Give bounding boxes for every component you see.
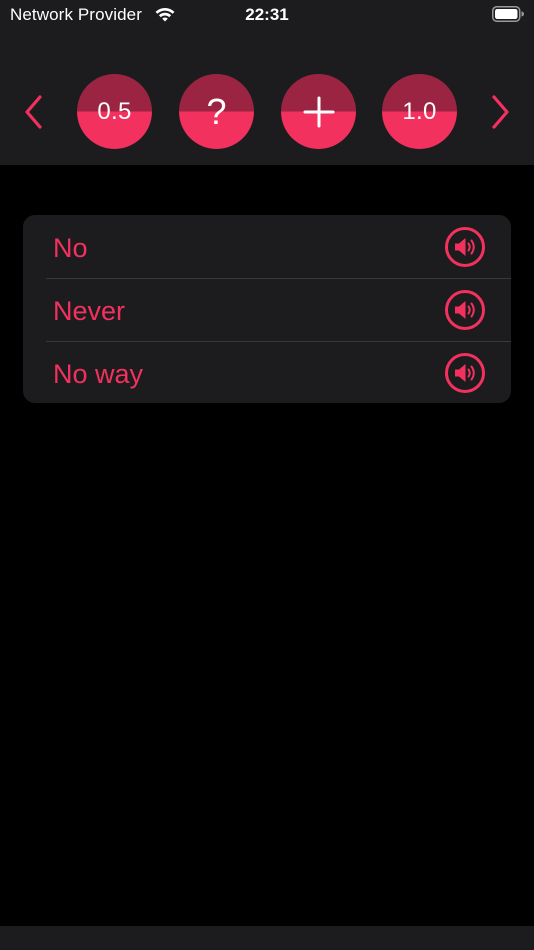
status-bar: Network Provider 22:31 xyxy=(0,0,534,30)
phrase-row-no-way[interactable]: No way xyxy=(23,341,511,403)
speed-half-label: 0.5 xyxy=(97,97,132,125)
phrase-text: No xyxy=(53,233,88,263)
phrase-row-never[interactable]: Never xyxy=(23,278,511,341)
plus-icon xyxy=(303,96,334,127)
speed-normal-button[interactable]: 1.0 xyxy=(382,74,457,149)
chevron-right-icon[interactable] xyxy=(488,93,512,131)
speaker-icon[interactable] xyxy=(444,352,486,394)
question-icon: ? xyxy=(206,90,227,132)
phrase-row-no[interactable]: No xyxy=(23,215,511,278)
phrase-text: No way xyxy=(53,359,144,389)
bottom-bar xyxy=(0,926,534,950)
add-phrase-button[interactable] xyxy=(281,74,356,149)
phrase-list: No Never No way xyxy=(23,215,511,403)
phrase-text: Never xyxy=(53,296,126,326)
chevron-left-icon[interactable] xyxy=(22,93,46,131)
speaker-icon[interactable] xyxy=(444,289,486,331)
battery-full-icon xyxy=(492,6,524,22)
clock: 22:31 xyxy=(245,5,289,24)
speed-normal-label: 1.0 xyxy=(402,97,437,125)
playback-toolbar: 0.5 ? 1.0 xyxy=(0,74,534,150)
top-bar: Network Provider 22:31 0.5 ? 1.0 xyxy=(0,0,534,165)
speed-half-button[interactable]: 0.5 xyxy=(77,74,152,149)
speaker-icon[interactable] xyxy=(444,226,486,268)
help-button[interactable]: ? xyxy=(179,74,254,149)
